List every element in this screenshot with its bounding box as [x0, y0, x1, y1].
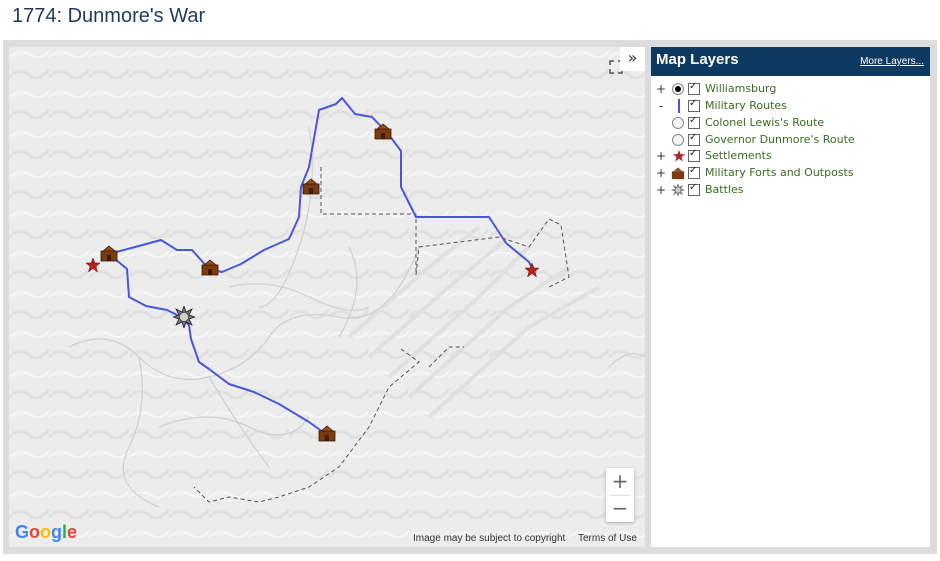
layer-checkbox[interactable]	[688, 132, 700, 146]
layer-row-military-routes: - Military Routes	[656, 98, 926, 114]
layer-row-settlements: + Settlements	[656, 148, 926, 164]
copyright-notice: Image may be subject to copyright	[413, 533, 566, 544]
battle-icon	[671, 183, 685, 197]
expand-toggle[interactable]: +	[656, 148, 666, 164]
fort-icon	[671, 167, 685, 180]
panel-title: Map Layers	[656, 51, 739, 68]
google-logo-letter: e	[67, 522, 78, 542]
google-logo: Google	[15, 522, 77, 543]
google-logo-letter: o	[40, 522, 52, 542]
zoom-in-button[interactable]: +	[606, 468, 634, 495]
map-canvas[interactable]	[9, 47, 645, 547]
layer-label: Colonel Lewis's Route	[705, 116, 825, 129]
google-logo-letter: o	[29, 522, 41, 542]
fort-icon[interactable]	[100, 245, 118, 262]
expand-toggle[interactable]: +	[656, 182, 666, 198]
layer-checkbox[interactable]	[688, 165, 700, 179]
map-layers-panel: Map Layers More Layers... + Williamsburg…	[651, 47, 930, 547]
route-line-icon	[678, 99, 680, 113]
layer-radio[interactable]	[672, 134, 684, 146]
collapse-toggle[interactable]: -	[656, 98, 666, 114]
layer-checkbox[interactable]	[688, 98, 700, 112]
layer-checkbox[interactable]	[688, 148, 700, 162]
fort-icon[interactable]	[318, 425, 336, 442]
expand-toggle[interactable]: +	[656, 165, 666, 181]
layer-row-lewis-route: Colonel Lewis's Route	[656, 115, 926, 131]
page-title: 1774: Dunmore's War	[12, 5, 206, 27]
layer-label: Governor Dunmore's Route	[705, 133, 855, 146]
fort-icon[interactable]	[302, 178, 320, 195]
zoom-control: + −	[606, 468, 634, 522]
layer-label: Battles	[705, 183, 744, 196]
layer-row-dunmore-route: Governor Dunmore's Route	[656, 132, 926, 148]
google-logo-letter: g	[51, 522, 63, 542]
google-logo-letter: G	[15, 522, 30, 542]
layer-row-battles: + Battles	[656, 182, 926, 198]
settlement-star-icon[interactable]	[524, 262, 540, 278]
zoom-out-button[interactable]: −	[606, 495, 634, 522]
collapse-panel-button[interactable]: »	[620, 47, 645, 71]
expand-toggle[interactable]: +	[656, 81, 666, 97]
layer-row-forts: + Military Forts and Outposts	[656, 165, 926, 181]
layer-checkbox[interactable]	[688, 182, 700, 196]
settlement-star-icon[interactable]	[85, 257, 101, 273]
fort-icon[interactable]	[201, 259, 219, 276]
terms-of-use-link[interactable]: Terms of Use	[578, 533, 637, 544]
layer-checkbox[interactable]	[688, 115, 700, 129]
layer-row-williamsburg: + Williamsburg	[656, 81, 926, 97]
layer-radio[interactable]	[672, 83, 684, 95]
battle-icon[interactable]	[173, 306, 195, 328]
layer-label: Military Routes	[705, 99, 787, 112]
more-layers-link[interactable]: More Layers...	[860, 56, 924, 67]
layer-label: Military Forts and Outposts	[705, 166, 854, 179]
layer-label: Settlements	[705, 149, 772, 162]
layer-radio[interactable]	[672, 117, 684, 129]
star-icon	[673, 150, 685, 162]
map-terrain	[9, 47, 645, 547]
layer-label: Williamsburg	[705, 82, 777, 95]
fort-icon[interactable]	[374, 123, 392, 140]
panel-header: Map Layers More Layers...	[651, 47, 930, 76]
layer-checkbox[interactable]	[688, 81, 700, 95]
